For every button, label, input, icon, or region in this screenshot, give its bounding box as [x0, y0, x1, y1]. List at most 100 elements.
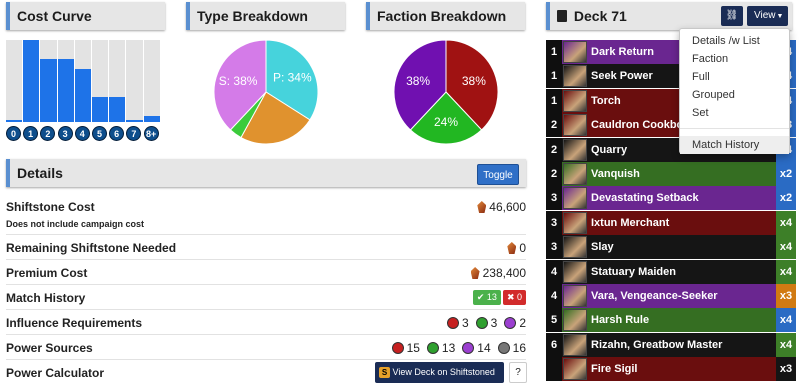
shiftstone-cost-note: Does not include campaign cost — [6, 219, 145, 229]
shadow-power-icon — [462, 342, 475, 354]
card-art-thumbnail — [563, 333, 587, 356]
card-name: Torch — [591, 94, 621, 107]
premium-cost-row: Premium Cost 238,400 — [6, 260, 526, 285]
faction-pie-label-1: 24% — [434, 115, 458, 129]
card-art-thumbnail — [563, 211, 587, 234]
caret-down-icon: ▼ — [776, 13, 784, 20]
power-sources-value: 15 13 14 16 — [391, 341, 526, 355]
cost-curve-bg-7 — [126, 40, 143, 122]
card-name: Fire Sigil — [591, 363, 638, 376]
card-art-thumbnail — [563, 236, 587, 259]
card-name: Quarry — [591, 143, 628, 156]
card-cost: 4 — [546, 284, 562, 308]
details-title: Details — [17, 165, 63, 181]
toggle-button[interactable]: Toggle — [477, 164, 519, 185]
time-power-icon — [426, 342, 439, 354]
card-cost: 4 — [546, 259, 562, 284]
card-cost: 6 — [546, 332, 562, 357]
view-on-shiftstoned-label: View Deck on Shiftstoned — [392, 367, 495, 377]
cost-curve-bar-3[interactable] — [57, 59, 74, 122]
cost-curve-bar-5[interactable] — [92, 97, 109, 122]
time-influence-icon — [475, 317, 488, 329]
shadow-influence-count: 2 — [519, 316, 526, 330]
cost-curve-bar-6[interactable] — [109, 97, 126, 122]
type-pie-label-0: P: 34% — [273, 71, 312, 85]
wins-badge[interactable]: ✔ 13 — [472, 290, 501, 305]
cost-curve-header: Cost Curve — [6, 2, 165, 30]
menu-item-details-list[interactable]: Details /w List — [692, 35, 760, 47]
cost-curve-label-8+: 8+ — [143, 126, 159, 141]
view-dropdown-button[interactable]: View▼ — [747, 6, 788, 26]
deck-card-row[interactable]: 3 Devastating Setback x2 — [546, 186, 796, 211]
deck-title: Deck 71 — [573, 8, 627, 24]
common-power-count: 16 — [512, 341, 526, 355]
deck-card-row[interactable]: 5 Harsh Rule x4 — [546, 308, 796, 333]
wins-count: 13 — [486, 292, 497, 302]
card-art-thumbnail — [563, 358, 587, 381]
card-quantity: x3 — [776, 357, 796, 382]
deck-card-row[interactable]: 3 Slay x4 — [546, 235, 796, 260]
cost-curve-chart: 0 1 2 3 4 5 6 7 8+ — [6, 40, 166, 145]
menu-item-match-history[interactable]: Match History — [692, 139, 759, 151]
cost-curve-bar-1[interactable] — [23, 40, 40, 122]
influence-row: Influence Requirements 3 3 2 — [6, 310, 526, 335]
card-art-thumbnail — [563, 163, 587, 185]
cost-curve-title: Cost Curve — [17, 8, 92, 24]
card-art-thumbnail — [563, 114, 587, 137]
card-art-thumbnail — [563, 260, 587, 283]
deck-card-row[interactable]: 3 Ixtun Merchant x4 — [546, 210, 796, 235]
match-history-label: Match History — [6, 291, 86, 305]
shiftstone-cost-row: Shiftstone Cost Does not include campaig… — [6, 195, 526, 235]
card-name: Slay — [591, 241, 614, 254]
cost-curve-label-0: 0 — [6, 126, 21, 141]
cost-curve-bar-0[interactable] — [6, 120, 23, 122]
card-cost: 2 — [546, 162, 562, 186]
card-cost: 5 — [546, 308, 562, 333]
losses-count: 0 — [516, 292, 522, 302]
deck-book-icon — [557, 10, 567, 22]
cost-curve-bar-4[interactable] — [74, 69, 91, 122]
shiftstone-cost-amount: 46,600 — [489, 200, 526, 214]
deck-card-row[interactable]: 2 Vanquish x2 — [546, 162, 796, 186]
deck-card-row[interactable]: 4 Statuary Maiden x4 — [546, 259, 796, 284]
cost-curve-bar-7[interactable] — [126, 120, 143, 122]
remaining-shiftstone-value: 0 — [507, 241, 526, 255]
card-quantity: x4 — [776, 259, 796, 284]
card-art-thumbnail — [563, 138, 587, 161]
card-quantity: x4 — [776, 308, 796, 333]
influence-label: Influence Requirements — [6, 316, 143, 330]
faction-breakdown-pie: 38% 24% 38% — [393, 39, 499, 145]
type-breakdown-title: Type Breakdown — [197, 8, 308, 24]
view-on-shiftstoned-button[interactable]: S View Deck on Shiftstoned — [375, 362, 504, 383]
deck-card-row[interactable]: 4 Vara, Vengeance-Seeker x3 — [546, 284, 796, 308]
menu-item-set[interactable]: Set — [692, 107, 709, 119]
card-art-thumbnail — [563, 41, 587, 63]
menu-item-grouped[interactable]: Grouped — [692, 89, 735, 101]
cost-curve-label-7: 7 — [126, 126, 142, 141]
card-cost: 3 — [546, 235, 562, 260]
fire-power-count: 15 — [406, 341, 420, 355]
link-button[interactable]: ⛓ — [721, 6, 743, 26]
shiftstone-icon — [470, 267, 480, 279]
card-quantity: x4 — [776, 210, 796, 235]
card-cost: 3 — [546, 210, 562, 235]
deck-card-row[interactable]: 6 Rizahn, Greatbow Master x4 — [546, 332, 796, 357]
cost-curve-bar-8+[interactable] — [143, 116, 160, 122]
menu-item-full[interactable]: Full — [692, 71, 710, 83]
common-power-icon — [497, 342, 510, 354]
card-art-thumbnail — [563, 187, 587, 210]
deck-card-row[interactable]: Fire Sigil x3 — [546, 357, 796, 382]
cost-curve-bg-8+ — [143, 40, 160, 122]
shiftstone-cost-value: 46,600 — [477, 200, 526, 214]
cost-curve-bar-2[interactable] — [40, 59, 57, 122]
premium-cost-value: 238,400 — [470, 266, 526, 280]
menu-item-faction[interactable]: Faction — [692, 53, 728, 65]
losses-badge[interactable]: ✖ 0 — [502, 290, 526, 305]
card-quantity: x4 — [776, 235, 796, 260]
help-button[interactable]: ? — [509, 362, 527, 383]
card-quantity: x2 — [776, 162, 796, 186]
faction-pie-label-0: 38% — [462, 74, 486, 88]
power-sources-row: Power Sources 15 13 14 16 — [6, 335, 526, 360]
card-name: Ixtun Merchant — [591, 216, 670, 229]
shadow-influence-icon — [504, 317, 517, 329]
